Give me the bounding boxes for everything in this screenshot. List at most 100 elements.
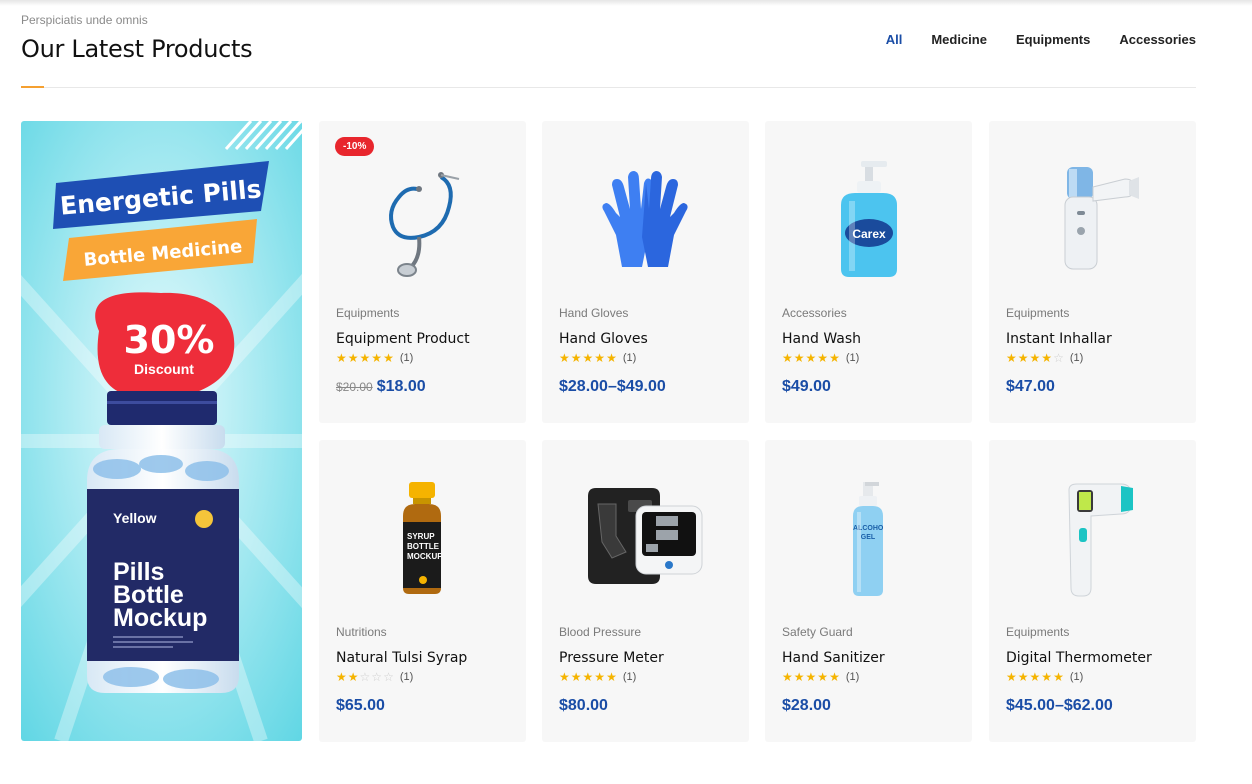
top-shadow: [0, 0, 1252, 6]
product-name[interactable]: Hand Gloves: [559, 331, 648, 347]
syrup-label: SYRUP BOTTLE MOCKUP: [407, 532, 441, 561]
syrup-bottle-icon[interactable]: SYRUP BOTTLE MOCKUP: [359, 476, 486, 601]
product-category[interactable]: Equipments: [336, 306, 399, 320]
star-filled-icon: ★: [805, 351, 817, 365]
product-price: $47.00: [1006, 378, 1055, 395]
blood-pressure-monitor-icon[interactable]: [582, 476, 709, 601]
rating-count: (1): [399, 671, 414, 683]
star-filled-icon: ★: [359, 351, 371, 365]
star-filled-icon: ★: [782, 351, 793, 365]
product-card[interactable]: Carex Accessories Hand Wash ★ ★ ★ ★ ★ (1) $49…: [765, 121, 972, 423]
product-card[interactable]: Hand Gloves Hand Gloves ★ ★ ★ ★ ★ (1) $28.00–…: [542, 121, 749, 423]
inhaler-icon[interactable]: [1029, 157, 1156, 282]
product-name[interactable]: Pressure Meter: [559, 650, 664, 666]
discount-badge: -10%: [335, 137, 375, 156]
rating-count: (1): [622, 352, 637, 364]
star-filled-icon: ★: [336, 670, 347, 684]
star-filled-icon: ★: [347, 351, 359, 365]
product-price: $20.00 $18.00: [336, 378, 426, 396]
product-category[interactable]: Nutritions: [336, 625, 387, 639]
product-name[interactable]: Instant Inhallar: [1006, 331, 1112, 347]
rating-count: (1): [399, 352, 414, 364]
star-filled-icon: ★: [817, 670, 829, 684]
product-category[interactable]: Safety Guard: [782, 625, 853, 639]
section-title: Our Latest Products: [21, 35, 253, 63]
product-price: $28.00: [782, 697, 831, 714]
tab-medicine[interactable]: Medicine: [931, 32, 987, 47]
star-filled-icon: ★: [1017, 351, 1029, 365]
product-rating: ★ ★ ☆ ☆ ☆ (1): [336, 671, 413, 683]
product-card[interactable]: SYRUP BOTTLE MOCKUP Nutritions Natural T…: [319, 440, 526, 742]
product-rating: ★ ★ ★ ★ ★ (1): [782, 671, 859, 683]
banner-discount-value: 30%: [124, 318, 215, 362]
product-category[interactable]: Hand Gloves: [559, 306, 628, 320]
star-filled-icon: ★: [582, 670, 594, 684]
product-category[interactable]: Equipments: [1006, 306, 1069, 320]
product-category[interactable]: Accessories: [782, 306, 847, 320]
gloves-icon[interactable]: [582, 157, 709, 282]
star-filled-icon: ★: [336, 351, 347, 365]
rating-count: (1): [1069, 671, 1084, 683]
section-subtitle: Perspiciatis unde omnis: [21, 13, 148, 27]
product-price: $80.00: [559, 697, 608, 714]
product-rating: ★ ★ ★ ★ ★ (1): [782, 352, 859, 364]
star-filled-icon: ★: [383, 351, 394, 365]
hand-wash-label: Carex: [852, 227, 886, 241]
product-name[interactable]: Hand Wash: [782, 331, 861, 347]
star-filled-icon: ★: [1041, 351, 1053, 365]
product-category[interactable]: Blood Pressure: [559, 625, 641, 639]
bottle-text-3: Mockup: [113, 604, 207, 632]
sanitizer-bottle-icon[interactable]: ALCOHOL GEL: [805, 476, 932, 601]
star-filled-icon: ★: [594, 351, 606, 365]
star-filled-icon: ★: [570, 351, 582, 365]
sale-price: $18.00: [376, 378, 426, 395]
product-rating: ★ ★ ★ ★ ★ (1): [336, 352, 413, 364]
star-filled-icon: ★: [829, 351, 840, 365]
star-filled-icon: ★: [817, 351, 829, 365]
tab-equipments[interactable]: Equipments: [1016, 32, 1090, 47]
promo-banner-art: Energetic Pills Bottle Medicine 30% Disc…: [21, 121, 302, 741]
thermometer-icon[interactable]: [1029, 476, 1156, 601]
header-divider: [21, 87, 1196, 88]
product-name[interactable]: Digital Thermometer: [1006, 650, 1152, 666]
product-card[interactable]: Equipments Instant Inhallar ★ ★ ★ ★ ☆ (1) $47…: [989, 121, 1196, 423]
tab-accessories[interactable]: Accessories: [1119, 32, 1196, 47]
star-filled-icon: ★: [347, 670, 359, 684]
star-filled-icon: ★: [1053, 670, 1064, 684]
star-filled-icon: ★: [1029, 351, 1041, 365]
bottle-brand: Yellow: [113, 510, 157, 526]
promo-banner[interactable]: Energetic Pills Bottle Medicine 30% Disc…: [21, 121, 302, 741]
product-price: $49.00: [782, 378, 831, 395]
product-category[interactable]: Equipments: [1006, 625, 1069, 639]
product-card[interactable]: Equipments Digital Thermometer ★ ★ ★ ★ ★ (1) …: [989, 440, 1196, 742]
tab-all[interactable]: All: [886, 32, 903, 47]
product-name[interactable]: Equipment Product: [336, 331, 470, 347]
category-tabs: All Medicine Equipments Accessories: [886, 32, 1196, 47]
product-rating: ★ ★ ★ ★ ★ (1): [559, 671, 636, 683]
star-filled-icon: ★: [829, 670, 840, 684]
rating-count: (1): [845, 352, 860, 364]
star-filled-icon: ★: [559, 670, 570, 684]
star-filled-icon: ★: [1029, 670, 1041, 684]
product-card[interactable]: Blood Pressure Pressure Meter ★ ★ ★ ★ ★ (1) $…: [542, 440, 749, 742]
hand-wash-icon[interactable]: Carex: [805, 157, 932, 282]
banner-discount-label: Discount: [134, 361, 194, 377]
product-rating: ★ ★ ★ ★ ★ (1): [1006, 671, 1083, 683]
star-filled-icon: ★: [570, 670, 582, 684]
product-name[interactable]: Hand Sanitizer: [782, 650, 885, 666]
product-price: $65.00: [336, 697, 385, 714]
star-filled-icon: ★: [1041, 670, 1053, 684]
star-empty-icon: ☆: [1053, 351, 1064, 365]
star-filled-icon: ★: [582, 351, 594, 365]
old-price: $20.00: [336, 380, 373, 394]
header-divider-accent: [21, 86, 44, 88]
star-filled-icon: ★: [371, 351, 383, 365]
product-price: $45.00–$62.00: [1006, 697, 1113, 714]
product-price: $28.00–$49.00: [559, 378, 666, 395]
product-card[interactable]: ALCOHOL GEL Safety Guard Hand Sanitizer …: [765, 440, 972, 742]
rating-count: (1): [622, 671, 637, 683]
product-name[interactable]: Natural Tulsi Syrap: [336, 650, 467, 666]
star-filled-icon: ★: [1006, 670, 1017, 684]
product-card[interactable]: -10% Equipments Equipment Product ★ ★ ★ ★ ★(…: [319, 121, 526, 423]
stethoscope-icon[interactable]: [359, 157, 486, 282]
